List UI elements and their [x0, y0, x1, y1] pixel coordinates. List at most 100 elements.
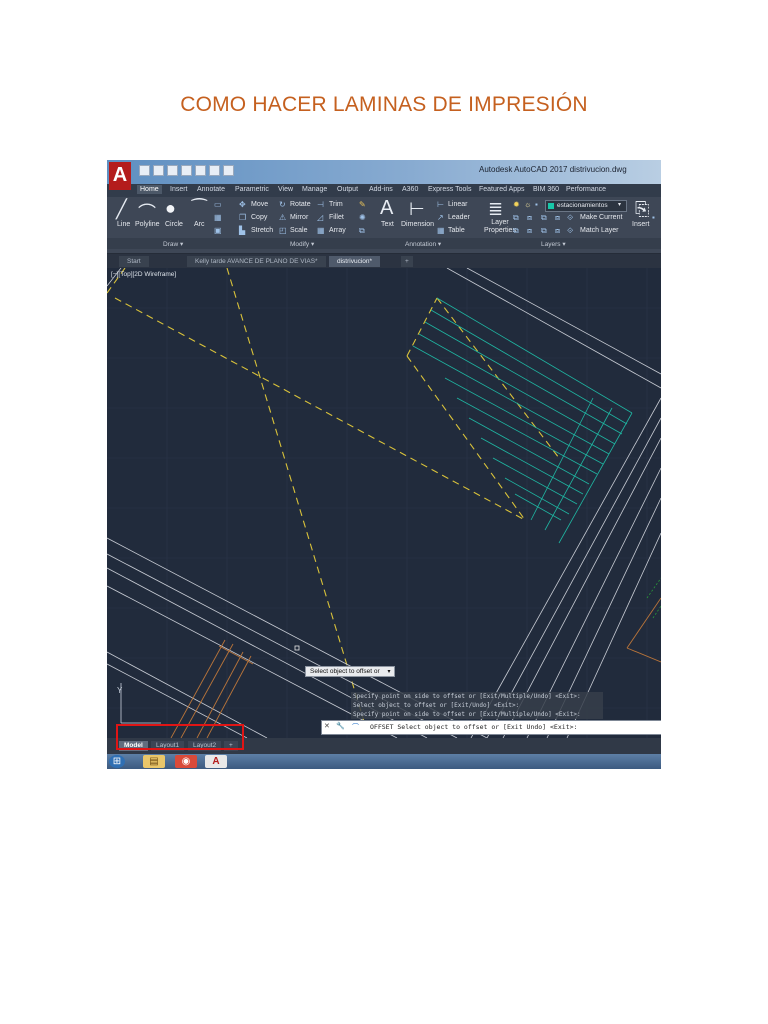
fillet-button[interactable]: Fillet — [329, 214, 344, 221]
leader-button[interactable]: Leader — [448, 214, 470, 221]
hatch-icon[interactable]: ▦ — [214, 213, 222, 222]
circle-button[interactable]: Circle — [165, 221, 183, 228]
page-title: COMO HACER LAMINAS DE IMPRESIÓN — [180, 93, 588, 116]
text-button[interactable]: Text — [381, 221, 394, 228]
tab-annotate[interactable]: Annotate — [194, 185, 228, 194]
layer-freeze-icon[interactable]: ⧈ — [555, 213, 560, 223]
command-prompt-icon: ⌒ — [352, 724, 359, 731]
new-icon[interactable] — [139, 165, 150, 176]
polyline-button[interactable]: Polyline — [135, 221, 160, 228]
quick-access-toolbar[interactable] — [139, 165, 234, 176]
layer-current-name: estacionamientos — [557, 202, 608, 209]
tab-parametric[interactable]: Parametric — [232, 185, 272, 194]
tab-featured-apps[interactable]: Featured Apps — [476, 185, 528, 194]
erase-icon[interactable]: ✎ — [359, 200, 366, 209]
offset-icon[interactable]: ⧉ — [359, 226, 365, 236]
match-layer-button[interactable]: Match Layer — [580, 227, 619, 234]
panel-layers-label[interactable]: Layers ▾ — [541, 240, 566, 248]
dimension-button[interactable]: Dimension — [401, 221, 434, 228]
open-icon[interactable] — [153, 165, 164, 176]
tab-addins[interactable]: Add-ins — [366, 185, 396, 194]
drawing-area[interactable]: [−][Top][2D Wireframe] Select object to … — [107, 268, 661, 738]
fillet-icon: ◿ — [317, 213, 324, 222]
layer-off-icon[interactable]: ⧉ — [541, 213, 547, 223]
file-tab-kelly[interactable]: Kelly tarde AVANCE DE PLANO DE VIAS* — [187, 256, 326, 267]
chrome-icon[interactable]: ◉ — [175, 755, 197, 768]
make-current-button[interactable]: Make Current — [580, 214, 622, 221]
array-icon: ▦ — [317, 226, 325, 235]
command-input[interactable]: OFFSET Select object to offset or [Exit … — [370, 723, 577, 731]
dimension-icon: ⊢ — [409, 199, 425, 219]
tab-a360[interactable]: A360 — [399, 185, 421, 194]
layer-merge-icon[interactable]: ⧈ — [527, 226, 532, 236]
file-tabs: Start Kelly tarde AVANCE DE PLANO DE VIA… — [107, 254, 661, 268]
stretch-icon: ▙ — [239, 226, 246, 235]
tab-express-tools[interactable]: Express Tools — [425, 185, 474, 194]
explorer-icon[interactable]: ▤ — [143, 755, 165, 768]
layer-thaw-icon[interactable]: ⧈ — [555, 226, 560, 236]
rectangle-icon[interactable]: ▭ — [214, 200, 222, 209]
insert-button[interactable]: Insert — [632, 221, 650, 228]
tab-home[interactable]: Home — [137, 185, 162, 194]
saveas-icon[interactable] — [181, 165, 192, 176]
trim-icon: ⊣ — [317, 200, 324, 209]
scale-button[interactable]: Scale — [290, 227, 308, 234]
table-button[interactable]: Table — [448, 227, 465, 234]
trim-button[interactable]: Trim — [329, 201, 343, 208]
linear-button[interactable]: Linear — [448, 201, 467, 208]
file-tab-distrivucion[interactable]: distrivucion* — [329, 256, 381, 267]
mirror-button[interactable]: Mirror — [290, 214, 308, 221]
leader-icon: ↗ — [437, 213, 444, 222]
panel-draw-label[interactable]: Draw ▾ — [163, 240, 183, 248]
file-tab-start[interactable]: Start — [119, 256, 149, 267]
save-icon[interactable] — [167, 165, 178, 176]
tab-view[interactable]: View — [275, 185, 296, 194]
tab-manage[interactable]: Manage — [299, 185, 330, 194]
rotate-button[interactable]: Rotate — [290, 201, 311, 208]
panel-annotation-label[interactable]: Annotation ▾ — [405, 240, 441, 248]
tab-performance[interactable]: Performance — [563, 185, 609, 194]
make-current-icon: ⟐ — [567, 213, 574, 222]
lightbulb-icon[interactable]: ✹ — [513, 200, 520, 209]
viewport-controls[interactable]: [−][Top][2D Wireframe] — [111, 271, 176, 278]
line-icon: ╱ — [116, 199, 127, 219]
close-icon[interactable]: ✕ — [324, 722, 330, 730]
sun-icon[interactable]: ☼ — [524, 200, 531, 209]
region-icon[interactable]: ▣ — [214, 226, 222, 235]
rotate-icon: ↻ — [279, 200, 286, 209]
tab-output[interactable]: Output — [334, 185, 361, 194]
autocad-logo-button[interactable]: A — [109, 162, 131, 190]
layer-tool-icon[interactable]: ⧉ — [513, 213, 519, 223]
undo-icon[interactable] — [209, 165, 220, 176]
array-button[interactable]: Array — [329, 227, 346, 234]
copy-button[interactable]: Copy — [251, 214, 267, 221]
customize-icon[interactable]: 🔧 — [336, 722, 345, 730]
layer-unlock-icon[interactable]: ⧉ — [541, 226, 547, 236]
start-button[interactable]: ⊞ — [109, 755, 125, 768]
layer-isolate-icon[interactable]: ⧈ — [527, 213, 532, 223]
layer-walk-icon[interactable]: ⧉ — [513, 226, 519, 236]
tooltip-text: Select object to offset or — [310, 668, 380, 675]
ribbon-panel-labels: Draw ▾ Modify ▾ Annotation ▾ Layers ▾ — [107, 238, 661, 249]
panel-modify-label[interactable]: Modify ▾ — [290, 240, 314, 248]
layer-dropdown[interactable]: estacionamientos ▾ — [545, 200, 627, 212]
new-tab-icon[interactable]: + — [401, 256, 413, 267]
redo-icon[interactable] — [223, 165, 234, 176]
tab-insert[interactable]: Insert — [167, 185, 191, 194]
explode-icon[interactable]: ✺ — [359, 213, 366, 222]
tab-bim360[interactable]: BIM 360 — [530, 185, 562, 194]
history-line: Specify point on side to offset or [Exit… — [353, 711, 581, 718]
stretch-button[interactable]: Stretch — [251, 227, 273, 234]
print-icon[interactable] — [195, 165, 206, 176]
block-tool-icon[interactable]: ▪ — [652, 213, 655, 222]
copy-icon: ❐ — [239, 213, 247, 222]
windows-taskbar: ⊞ ▤ ◉ A — [107, 754, 661, 769]
arc-button[interactable]: Arc — [194, 221, 205, 228]
linear-icon: ⊢ — [437, 200, 444, 209]
lock-icon[interactable]: ▪ — [535, 200, 538, 209]
layer-properties-button[interactable]: Layer Properties — [483, 219, 517, 235]
line-button[interactable]: Line — [117, 221, 130, 228]
command-line[interactable]: ✕ 🔧 ⌒ OFFSET Select object to offset or … — [321, 720, 661, 735]
move-button[interactable]: Move — [251, 201, 268, 208]
autocad-taskbar-icon[interactable]: A — [205, 755, 227, 768]
